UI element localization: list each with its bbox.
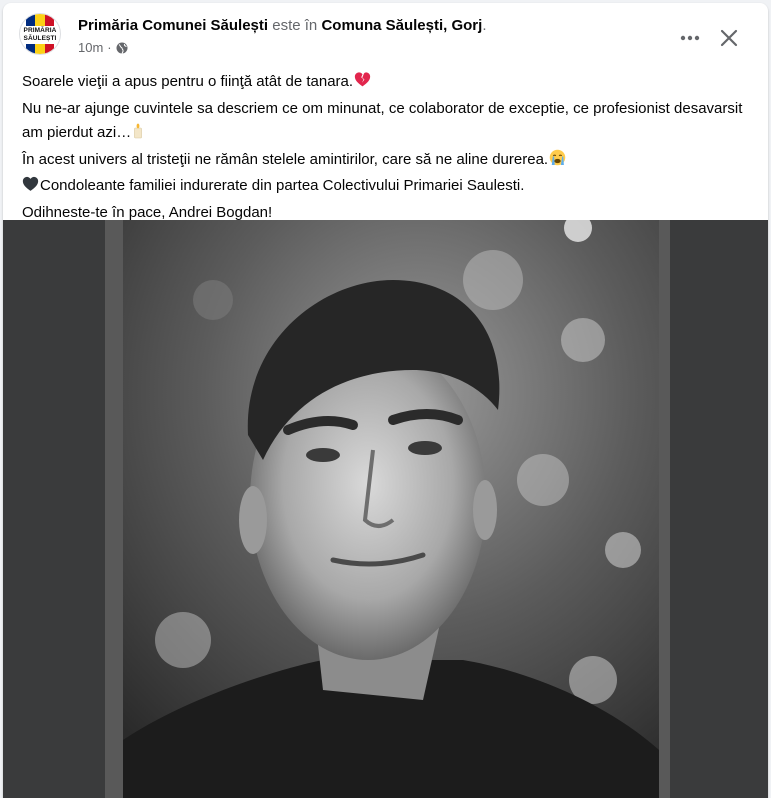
post-line-1: Soarele vieţii a apus pentru o fiinţă at…: [22, 70, 752, 97]
post-line-2: Nu ne-ar ajunge cuvintele sa descriem ce…: [22, 97, 752, 148]
post-message: Soarele vieţii a apus pentru o fiinţă at…: [22, 70, 752, 225]
post-line-3-text: În acest univers al tristeţii ne rămân s…: [22, 150, 549, 168]
more-options-button[interactable]: [672, 20, 708, 56]
meta-separator: ·: [107, 40, 112, 55]
close-icon: [720, 29, 738, 47]
memorial-photo[interactable]: [105, 220, 670, 798]
post-headline: Primăria Comunei Săulești este în Comuna…: [78, 16, 487, 36]
post-time-link[interactable]: 10m: [78, 40, 103, 55]
more-horizontal-icon: [680, 35, 700, 41]
page-avatar[interactable]: PRIMĂRIA SĂULEȘTI: [19, 13, 61, 55]
post-meta: 10m ·: [78, 40, 128, 55]
post-line-3: În acest univers al tristeţii ne rămân s…: [22, 148, 752, 175]
post-line-1-text: Soarele vieţii a apus pentru o fiinţă at…: [22, 73, 354, 90]
post-line-2-text: Nu ne-ar ajunge cuvintele sa descriem ce…: [22, 99, 743, 142]
connector-text: este în: [272, 17, 318, 34]
post-line-5-text: Odihneste-te în pace, Andrei Bogdan!: [22, 203, 273, 221]
post-header: PRIMĂRIA SĂULEȘTI Primăria Comunei Săule…: [3, 3, 768, 65]
broken-heart-icon: [354, 71, 371, 97]
post-line-4-text: Condoleante familiei indurerate din part…: [40, 177, 525, 194]
avatar-flag-bottom: [26, 44, 54, 54]
post-card: PRIMĂRIA SĂULEȘTI Primăria Comunei Săule…: [3, 3, 768, 798]
location-suffix: .: [482, 17, 487, 34]
black-heart-icon: [22, 176, 39, 201]
post-line-4: Condoleante familiei indurerate din part…: [22, 174, 752, 201]
candle-icon: [132, 123, 144, 148]
memorial-photo-image: [123, 220, 659, 798]
page-name-link[interactable]: Primăria Comunei Săulești: [78, 17, 268, 34]
avatar-text-line2: SĂULEȘTI: [23, 35, 57, 42]
avatar-text-line1: PRIMĂRIA: [23, 27, 57, 34]
location-link[interactable]: Comuna Săulești, Gorj: [321, 17, 482, 34]
globe-icon[interactable]: [116, 42, 128, 54]
avatar-flag-top: [26, 14, 54, 26]
crying-face-icon: [549, 149, 566, 175]
portrait-illustration: [123, 220, 659, 798]
close-button[interactable]: [711, 20, 747, 56]
post-media[interactable]: [3, 220, 768, 798]
